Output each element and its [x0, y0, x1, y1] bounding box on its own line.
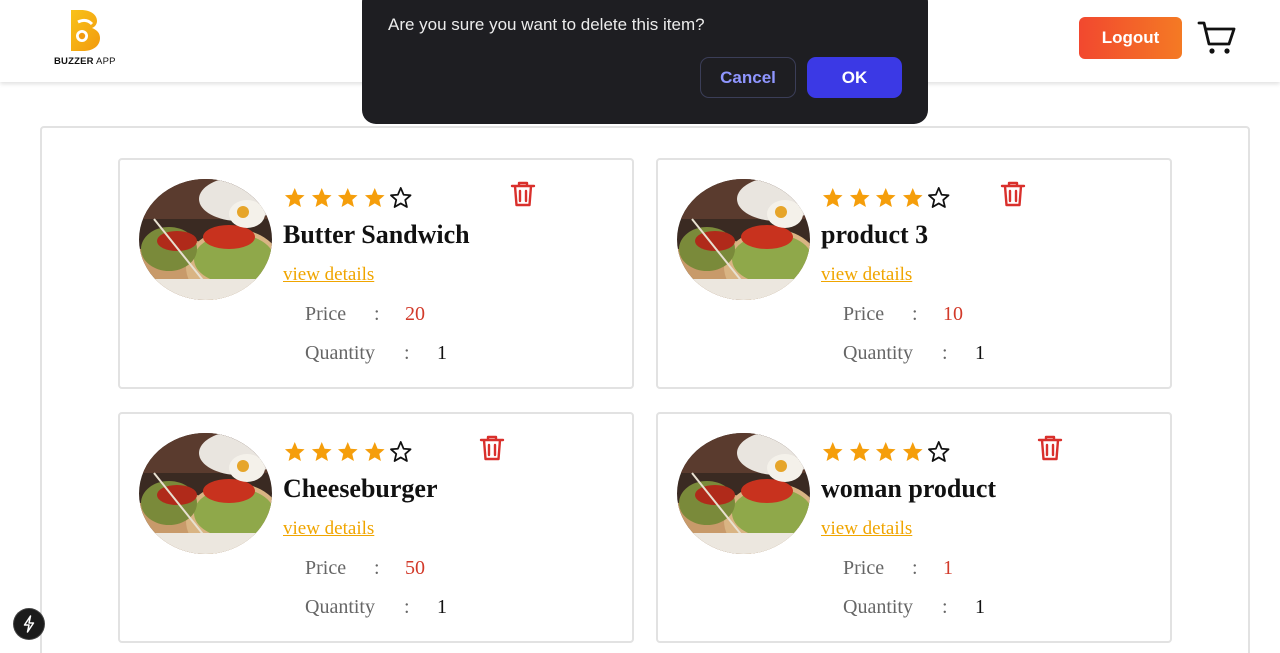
quantity-value: 1 [437, 596, 447, 618]
star-empty-icon [390, 187, 412, 208]
product-image [677, 179, 810, 300]
star-filled-icon [902, 441, 923, 462]
rating-stars [821, 186, 951, 210]
star-filled-icon [875, 187, 896, 208]
separator: : [404, 342, 410, 364]
view-details-link[interactable]: view details [283, 518, 374, 540]
price-label: Price [843, 303, 885, 325]
dialog-message: Are you sure you want to delete this ite… [388, 15, 705, 34]
quantity-label: Quantity [843, 596, 913, 618]
price-label: Price [843, 557, 885, 579]
cart-items-container: Butter Sandwich view details Price : 20 … [40, 126, 1250, 653]
lightning-bolt-icon [23, 615, 35, 633]
product-card: woman product view details Price : 1 Qua… [656, 412, 1172, 643]
star-filled-icon [337, 441, 358, 462]
separator: : [404, 596, 410, 618]
ok-button[interactable]: OK [807, 57, 902, 98]
quantity-value: 1 [975, 342, 985, 364]
quantity-value: 1 [437, 342, 447, 364]
product-image [677, 433, 810, 554]
star-filled-icon [822, 441, 843, 462]
quantity-label: Quantity [305, 596, 375, 618]
star-filled-icon [311, 441, 332, 462]
star-filled-icon [822, 187, 843, 208]
star-filled-icon [284, 187, 305, 208]
view-details-link[interactable]: view details [821, 518, 912, 540]
rating-stars [283, 186, 413, 210]
logo-mark-icon [71, 10, 100, 51]
view-details-link[interactable]: view details [821, 264, 912, 286]
star-filled-icon [875, 441, 896, 462]
separator: : [374, 557, 380, 579]
cancel-button[interactable]: Cancel [700, 57, 796, 98]
star-filled-icon [849, 441, 870, 462]
price-value: 10 [943, 303, 963, 325]
separator: : [912, 557, 918, 579]
product-name: Cheeseburger [283, 474, 438, 503]
delete-trash-icon[interactable] [1037, 434, 1063, 462]
delete-trash-icon[interactable] [510, 180, 536, 208]
confirm-delete-dialog: Are you sure you want to delete this ite… [362, 0, 928, 124]
separator: : [374, 303, 380, 325]
star-filled-icon [364, 441, 385, 462]
product-card: Cheeseburger view details Price : 50 Qua… [118, 412, 634, 643]
product-image [139, 179, 272, 300]
star-filled-icon [311, 187, 332, 208]
star-empty-icon [390, 441, 412, 462]
product-image [139, 433, 272, 554]
shopping-cart-icon[interactable] [1197, 18, 1237, 58]
product-card: Butter Sandwich view details Price : 20 … [118, 158, 634, 389]
rating-stars [283, 440, 413, 464]
product-name: Butter Sandwich [283, 220, 470, 249]
product-card: product 3 view details Price : 10 Quanti… [656, 158, 1172, 389]
star-filled-icon [337, 187, 358, 208]
separator: : [942, 596, 948, 618]
price-label: Price [305, 303, 347, 325]
delete-trash-icon[interactable] [479, 434, 505, 462]
product-name: product 3 [821, 220, 929, 249]
separator: : [942, 342, 948, 364]
buzzer-logo[interactable]: BUZZER APP [54, 8, 124, 70]
star-filled-icon [364, 187, 385, 208]
price-value: 1 [943, 557, 953, 579]
delete-trash-icon[interactable] [1000, 180, 1026, 208]
price-value: 50 [405, 557, 425, 579]
separator: : [912, 303, 918, 325]
price-label: Price [305, 557, 347, 579]
star-filled-icon [284, 441, 305, 462]
price-value: 20 [405, 303, 425, 325]
star-empty-icon [928, 187, 950, 208]
dev-tools-badge[interactable] [14, 609, 44, 639]
rating-stars [821, 440, 951, 464]
star-filled-icon [849, 187, 870, 208]
product-name: woman product [821, 474, 997, 503]
view-details-link[interactable]: view details [283, 264, 374, 286]
star-filled-icon [902, 187, 923, 208]
logout-button[interactable]: Logout [1079, 17, 1182, 59]
quantity-value: 1 [975, 596, 985, 618]
quantity-label: Quantity [843, 342, 913, 364]
quantity-label: Quantity [305, 342, 375, 364]
logo-text: BUZZER APP [54, 56, 116, 67]
star-empty-icon [928, 441, 950, 462]
